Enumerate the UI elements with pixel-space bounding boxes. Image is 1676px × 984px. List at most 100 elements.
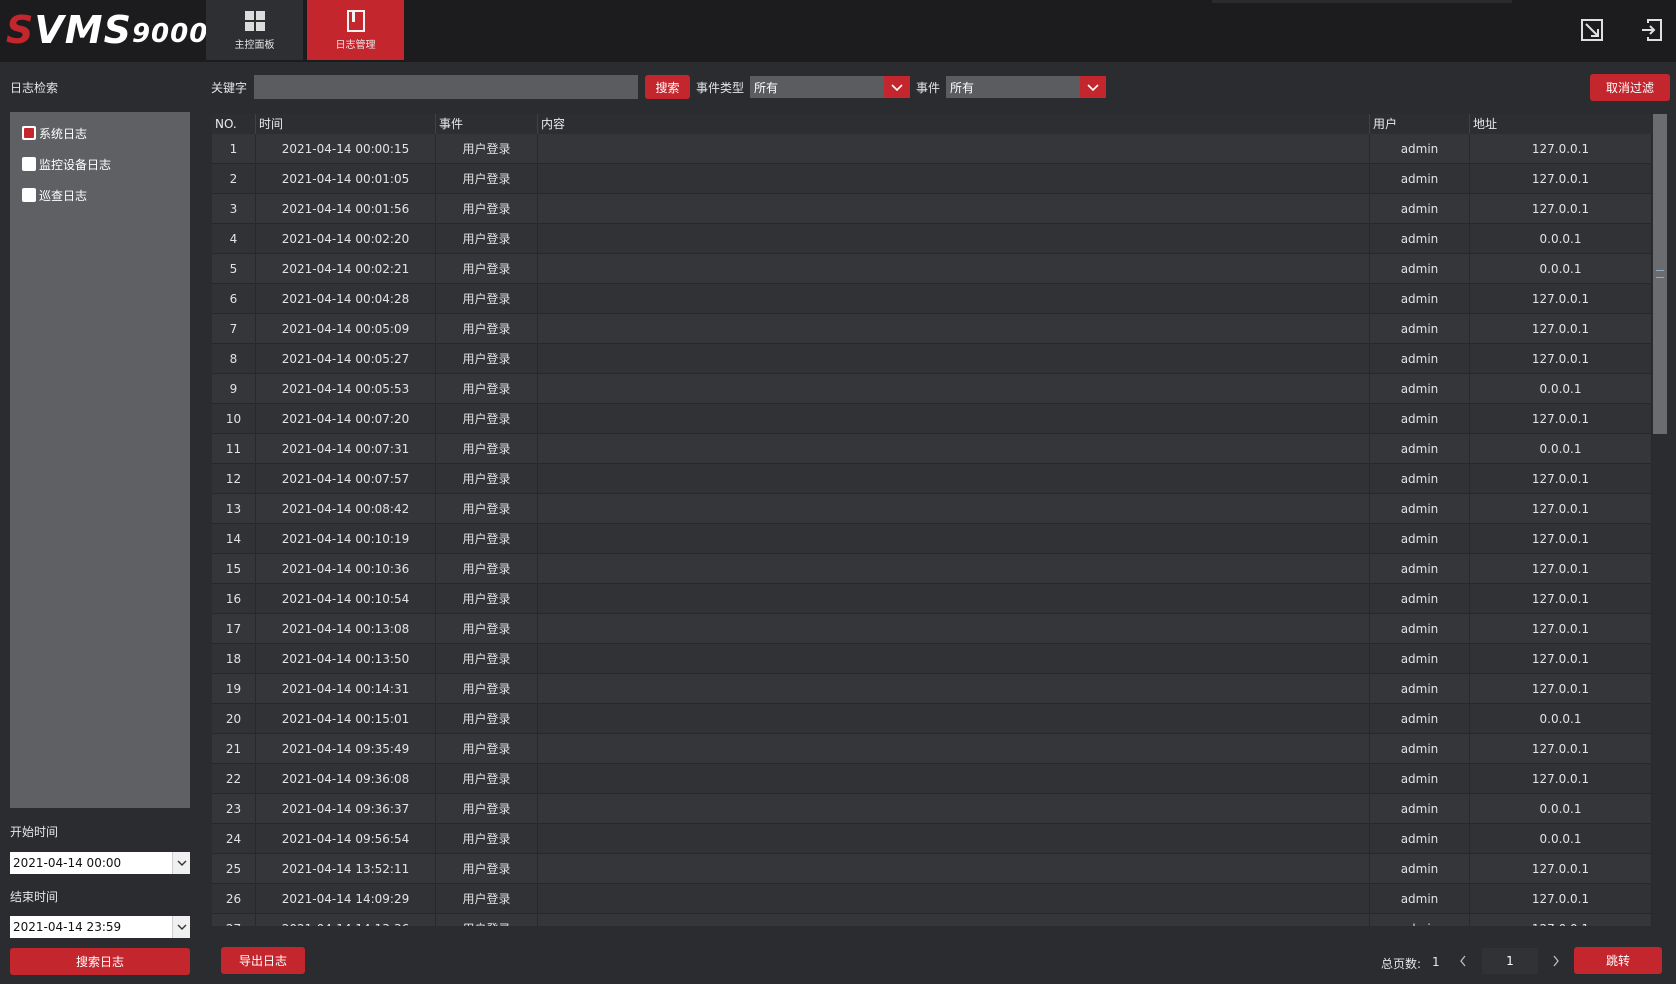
cell-address: 127.0.0.1 [1470, 584, 1652, 614]
cell-event: 用户登录 [436, 464, 538, 494]
tab-log-management[interactable]: 日志管理 [307, 0, 404, 60]
search-button[interactable]: 搜索 [645, 75, 690, 99]
cell-user: admin [1370, 194, 1470, 224]
table-row[interactable]: 24 2021-04-14 09:56:54 用户登录 admin 0.0.0.1 [212, 824, 1652, 854]
table-row[interactable]: 272021-04-14 14:13:36用户登录 admin127.0.0.1 [212, 914, 1652, 926]
table-row[interactable]: 4 2021-04-14 00:02:20 用户登录 admin 0.0.0.1 [212, 224, 1652, 254]
patrol-log-checkbox[interactable] [22, 188, 36, 202]
cell-event: 用户登录 [436, 824, 538, 854]
header-address[interactable]: 地址 [1470, 114, 1652, 134]
cell-no: 24 [212, 824, 256, 854]
cell-content [538, 404, 1370, 434]
cell-time: 2021-04-14 00:07:20 [256, 404, 436, 434]
chevron-down-icon[interactable] [172, 852, 190, 874]
table-row[interactable]: 14 2021-04-14 00:10:19 用户登录 admin 127.0.0.1 [212, 524, 1652, 554]
table-row[interactable]: 3 2021-04-14 00:01:56 用户登录 admin 127.0.0.1 [212, 194, 1652, 224]
table-row[interactable]: 13 2021-04-14 00:08:42 用户登录 admin 127.0.0.1 [212, 494, 1652, 524]
cell-address: 127.0.0.1 [1470, 164, 1652, 194]
table-row[interactable]: 12 2021-04-14 00:07:57 用户登录 admin 127.0.0.1 [212, 464, 1652, 494]
table-row[interactable]: 22 2021-04-14 09:36:08 用户登录 admin 127.0.0.1 [212, 764, 1652, 794]
cell-time: 2021-04-14 00:07:31 [256, 434, 436, 464]
cell-no: 20 [212, 704, 256, 734]
cancel-filter-button[interactable]: 取消过滤 [1590, 74, 1670, 101]
table-row[interactable]: 11 2021-04-14 00:07:31 用户登录 admin 0.0.0.1 [212, 434, 1652, 464]
cell-no: 23 [212, 794, 256, 824]
table-row[interactable]: 20 2021-04-14 00:15:01 用户登录 admin 0.0.0.1 [212, 704, 1652, 734]
cell-content [538, 314, 1370, 344]
device-log-checkbox[interactable] [22, 157, 36, 171]
tab-dashboard[interactable]: 主控面板 [206, 0, 303, 60]
header-no[interactable]: NO. [212, 114, 256, 134]
cell-event: 用户登录 [436, 194, 538, 224]
header-content[interactable]: 内容 [538, 114, 1370, 134]
table-row[interactable]: 8 2021-04-14 00:05:27 用户登录 admin 127.0.0.1 [212, 344, 1652, 374]
cell-content [538, 464, 1370, 494]
table-row[interactable]: 17 2021-04-14 00:13:08 用户登录 admin 127.0.0.1 [212, 614, 1652, 644]
tree-item-device-log[interactable]: 监控设备日志 [22, 154, 111, 174]
tree-item-system-log[interactable]: 系统日志 [22, 123, 87, 143]
table-row[interactable]: 1 2021-04-14 00:00:15 用户登录 admin 127.0.0.1 [212, 134, 1652, 164]
search-logs-button[interactable]: 搜索日志 [10, 948, 190, 975]
cell-no: 2 [212, 164, 256, 194]
export-logs-button[interactable]: 导出日志 [221, 947, 305, 974]
system-log-checkbox[interactable] [22, 126, 36, 140]
cell-user: admin [1370, 914, 1470, 926]
jump-page-button[interactable]: 跳转 [1574, 947, 1662, 974]
end-time-picker[interactable]: 2021-04-14 23:59 [10, 916, 190, 938]
cell-user: admin [1370, 554, 1470, 584]
cell-time: 2021-04-14 00:02:21 [256, 254, 436, 284]
start-time-picker[interactable]: 2021-04-14 00:00 [10, 852, 190, 874]
table-row[interactable]: 25 2021-04-14 13:52:11 用户登录 admin 127.0.0.1 [212, 854, 1652, 884]
table-row[interactable]: 19 2021-04-14 00:14:31 用户登录 admin 127.0.0.1 [212, 674, 1652, 704]
table-row[interactable]: 7 2021-04-14 00:05:09 用户登录 admin 127.0.0.1 [212, 314, 1652, 344]
header-time[interactable]: 时间 [256, 114, 436, 134]
table-row[interactable]: 21 2021-04-14 09:35:49 用户登录 admin 127.0.0.1 [212, 734, 1652, 764]
prev-page-icon[interactable] [1458, 954, 1468, 968]
table-row[interactable]: 23 2021-04-14 09:36:37 用户登录 admin 0.0.0.1 [212, 794, 1652, 824]
cell-event: 用户登录 [436, 374, 538, 404]
cell-content [538, 764, 1370, 794]
event-label: 事件 [916, 81, 941, 95]
event-type-select[interactable]: 所有 [750, 76, 910, 98]
cell-user: admin [1370, 704, 1470, 734]
cell-no: 19 [212, 674, 256, 704]
cell-no: 13 [212, 494, 256, 524]
table-row[interactable]: 6 2021-04-14 00:04:28 用户登录 admin 127.0.0.1 [212, 284, 1652, 314]
table-row[interactable]: 26 2021-04-14 14:09:29 用户登录 admin 127.0.0.1 [212, 884, 1652, 914]
tab-log-management-label: 日志管理 [335, 39, 376, 51]
chevron-down-icon[interactable] [1080, 76, 1106, 98]
chevron-down-icon[interactable] [172, 916, 190, 938]
tree-item-patrol-log[interactable]: 巡查日志 [22, 185, 87, 205]
cell-content [538, 794, 1370, 824]
cell-content [538, 704, 1370, 734]
total-pages-label: 总页数: [1381, 957, 1422, 971]
page-number-input[interactable]: 1 [1482, 948, 1538, 974]
table-row[interactable]: 18 2021-04-14 00:13:50 用户登录 admin 127.0.0.1 [212, 644, 1652, 674]
cell-time: 2021-04-14 00:07:57 [256, 464, 436, 494]
table-row[interactable]: 2 2021-04-14 00:01:05 用户登录 admin 127.0.0.1 [212, 164, 1652, 194]
table-row[interactable]: 15 2021-04-14 00:10:36 用户登录 admin 127.0.0.1 [212, 554, 1652, 584]
cell-address: 127.0.0.1 [1470, 194, 1652, 224]
table-row[interactable]: 5 2021-04-14 00:02:21 用户登录 admin 0.0.0.1 [212, 254, 1652, 284]
header-event[interactable]: 事件 [436, 114, 538, 134]
table-row[interactable]: 16 2021-04-14 00:10:54 用户登录 admin 127.0.0.1 [212, 584, 1652, 614]
cell-user: admin [1370, 344, 1470, 374]
keyword-input[interactable] [254, 75, 638, 99]
fullscreen-icon[interactable] [1580, 18, 1604, 42]
table-row[interactable]: 10 2021-04-14 00:07:20 用户登录 admin 127.0.0.1 [212, 404, 1652, 434]
table-row[interactable]: 9 2021-04-14 00:05:53 用户登录 admin 0.0.0.1 [212, 374, 1652, 404]
next-page-icon[interactable] [1551, 954, 1561, 968]
header-user[interactable]: 用户 [1370, 114, 1470, 134]
cell-user: admin [1370, 764, 1470, 794]
cell-time: 2021-04-14 14:13:36 [256, 914, 436, 926]
cell-no: 7 [212, 314, 256, 344]
cell-event: 用户登录 [436, 134, 538, 164]
chevron-down-icon[interactable] [884, 76, 910, 98]
event-select[interactable]: 所有 [946, 76, 1106, 98]
scrollbar-thumb[interactable] [1653, 114, 1667, 434]
table-scrollbar[interactable] [1652, 114, 1668, 926]
cell-no: 16 [212, 584, 256, 614]
logout-icon[interactable] [1640, 18, 1664, 42]
cell-user: admin [1370, 434, 1470, 464]
cell-address: 127.0.0.1 [1470, 554, 1652, 584]
